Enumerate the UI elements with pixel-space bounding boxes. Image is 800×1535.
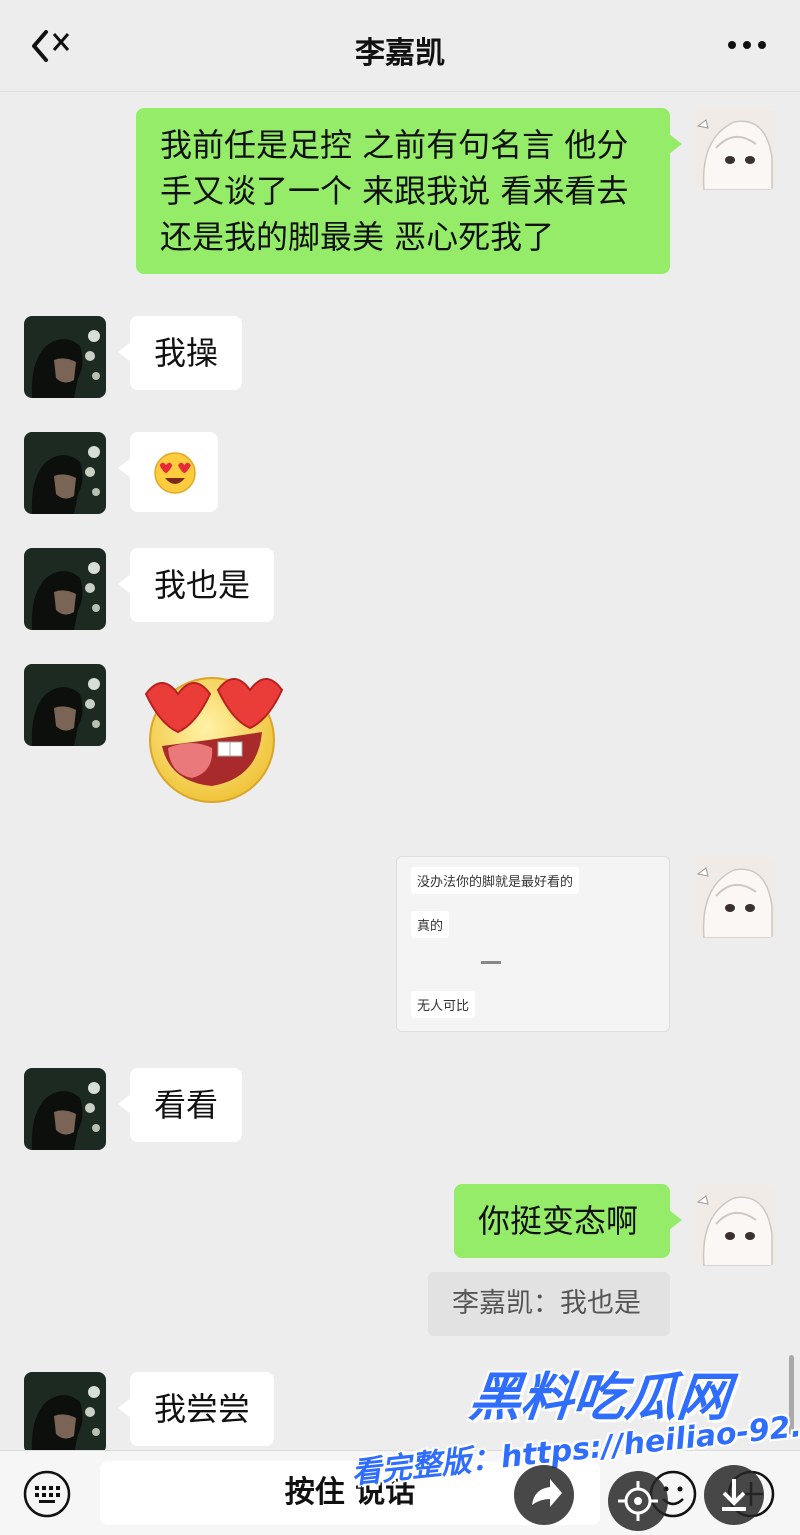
boy-photo-avatar-icon [24,664,106,746]
contact-avatar[interactable] [24,316,106,398]
boy-photo-avatar-icon [24,1372,106,1454]
boy-photo-avatar-icon [24,548,106,630]
keyboard-toggle-button[interactable] [22,1469,72,1519]
plus-icon [727,1470,775,1518]
chat-title: 李嘉凯 [355,36,445,71]
chat-scrollbar[interactable] [789,1355,794,1435]
message-text: 看看 [154,1086,219,1124]
self-avatar[interactable] [694,108,776,190]
message-bubble-outgoing[interactable]: 你挺变态啊 [454,1184,682,1258]
message-text: 我也是 [154,566,251,604]
quoted-reply[interactable]: 李嘉凯：我也是 [428,1272,670,1336]
anime-girl-avatar-icon [694,108,776,190]
input-toolbar: 按住 说话 [0,1450,800,1535]
image-text-line: 无人可比 [411,991,476,1018]
contact-avatar[interactable] [24,432,106,514]
boy-photo-avatar-icon [24,1068,106,1150]
self-avatar[interactable] [694,856,776,938]
anime-girl-avatar-icon [694,1184,776,1266]
image-placeholder-mark [481,961,501,964]
contact-avatar[interactable] [24,1372,106,1454]
message-list[interactable]: 我前任是足控 之前有句名言 他分手又谈了一个 来跟我说 看来看去还是我的脚最美 … [0,92,800,1454]
more-button[interactable] [724,30,770,60]
heart-eyes-tongue-sticker-icon [144,677,284,803]
message-text: 你挺变态啊 [478,1202,639,1240]
message-text: 我操 [154,334,219,372]
contact-avatar[interactable] [24,1068,106,1150]
emoji-button[interactable] [648,1469,698,1519]
contact-avatar[interactable] [24,548,106,630]
message-bubble-outgoing[interactable]: 我前任是足控 之前有句名言 他分手又谈了一个 来跟我说 看来看去还是我的脚最美 … [136,108,682,274]
self-avatar[interactable] [694,1184,776,1266]
message-bubble-incoming[interactable]: 看看 [117,1068,243,1142]
message-text: 我前任是足控 之前有句名言 他分手又谈了一个 来跟我说 看来看去还是我的脚最美 … [160,126,629,256]
message-text: 我尝尝 [154,1390,251,1428]
more-functions-button[interactable] [726,1469,776,1519]
heart-eyes-emoji-icon [154,452,196,494]
quoted-text: 李嘉凯：我也是 [452,1288,641,1319]
message-bubble-incoming[interactable]: 我也是 [117,548,275,622]
hold-to-talk-button[interactable]: 按住 说话 [100,1461,600,1525]
image-text-line: 真的 [411,911,450,938]
keyboard-icon [23,1470,71,1518]
anime-girl-avatar-icon [694,856,776,938]
image-text-line: 没办法你的脚就是最好看的 [411,867,580,894]
emoji-icon [649,1470,697,1518]
boy-photo-avatar-icon [24,316,106,398]
message-bubble-incoming[interactable]: 我操 [117,316,243,390]
contact-avatar[interactable] [24,664,106,746]
message-bubble-incoming[interactable] [118,432,218,512]
sticker-message[interactable] [140,668,290,808]
boy-photo-avatar-icon [24,432,106,514]
image-message[interactable]: 没办法你的脚就是最好看的 真的 无人可比 [396,856,670,1032]
chat-header: 李嘉凯 [0,0,800,92]
message-bubble-incoming[interactable]: 我尝尝 [117,1372,275,1446]
more-dots-icon [728,41,766,49]
